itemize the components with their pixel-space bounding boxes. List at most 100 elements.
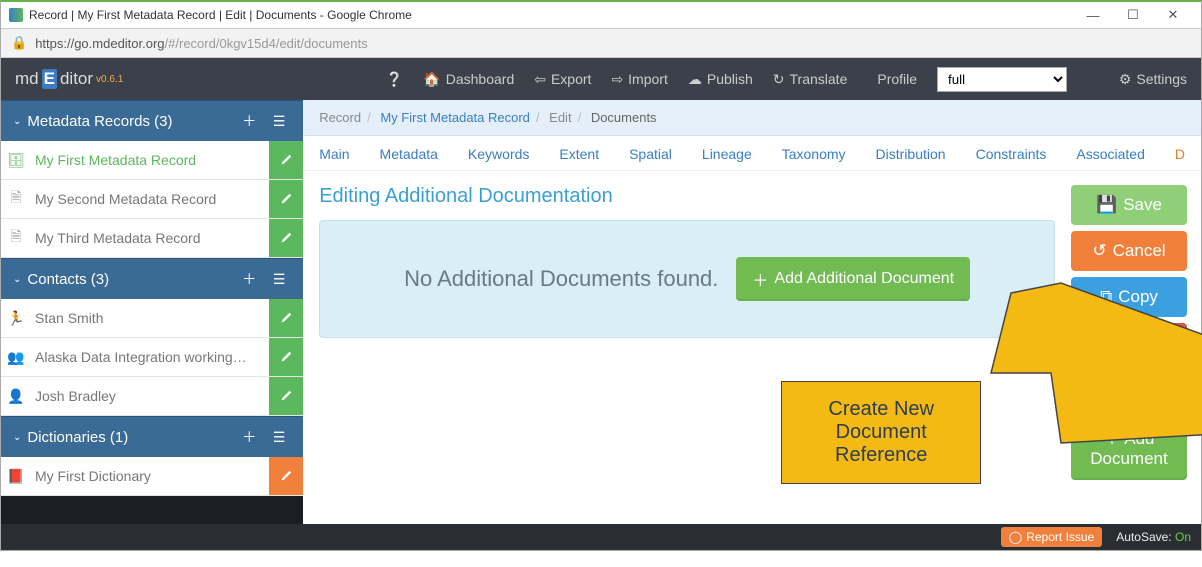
panel-title: Metadata Records (3) — [27, 113, 231, 130]
book-icon: 📕 — [1, 457, 31, 495]
list-view-button[interactable]: ☰ — [267, 429, 291, 446]
button-label: Delete — [1115, 333, 1164, 353]
person-icon: 🏃 — [1, 299, 31, 337]
autosave-status: AutoSave: On — [1116, 530, 1191, 544]
tab-spatial[interactable]: Spatial — [629, 146, 672, 162]
brand-mid: E — [42, 69, 57, 89]
tab-distribution[interactable]: Distribution — [876, 146, 946, 162]
autosave-state: On — [1175, 530, 1191, 544]
autosave-label: AutoSave: — [1116, 530, 1171, 544]
callout-line: Create New — [808, 398, 954, 421]
status-bar: ◯Report Issue AutoSave: On — [1, 524, 1201, 550]
add-record-button[interactable]: ＋ — [237, 111, 261, 131]
tab-extent[interactable]: Extent — [559, 146, 599, 162]
profile-select[interactable]: full — [937, 67, 1067, 92]
close-button[interactable]: ✕ — [1153, 7, 1193, 23]
brand: mdEditor v0.6.1 — [15, 69, 123, 89]
brand-post: ditor — [60, 69, 93, 89]
title-bar: Record | My First Metadata Record | Edit… — [1, 2, 1201, 29]
crumb[interactable]: Record — [319, 110, 361, 125]
copy-button[interactable]: ⧉ Copy — [1071, 277, 1187, 317]
url-host: https://go.mdeditor.org — [35, 36, 164, 51]
url-bar: 🔒 https://go.mdeditor.org/#/record/0kgv1… — [1, 29, 1201, 58]
button-label: Add Document — [1090, 429, 1167, 468]
tab-cut[interactable]: D — [1175, 146, 1185, 162]
minimize-button[interactable]: — — [1073, 8, 1113, 23]
contacts-panel-header[interactable]: ⌄ Contacts (3) ＋ ☰ — [1, 258, 303, 299]
section-tabs: Main Metadata Keywords Extent Spatial Li… — [303, 136, 1201, 171]
contact-row[interactable]: 🏃 Stan Smith — [1, 299, 303, 338]
document-icon: 🗎 — [1, 180, 31, 218]
record-row[interactable]: 🗎 My Second Metadata Record — [1, 180, 303, 219]
button-label: Copy — [1118, 287, 1158, 307]
add-document-button[interactable]: ＋ Add Document — [1071, 419, 1187, 480]
delete-button[interactable]: ✖Delete — [1071, 323, 1187, 363]
record-row[interactable]: 🗎 My Third Metadata Record — [1, 219, 303, 258]
contact-row[interactable]: 👥 Alaska Data Integration working… — [1, 338, 303, 377]
records-panel-header[interactable]: ⌄ Metadata Records (3) ＋ ☰ — [1, 100, 303, 141]
brand-version: v0.6.1 — [96, 74, 123, 85]
empty-message: No Additional Documents found. — [404, 266, 718, 292]
tab-main[interactable]: Main — [319, 146, 349, 162]
tab-constraints[interactable]: Constraints — [976, 146, 1047, 162]
button-label: Save — [1123, 195, 1162, 215]
chevron-down-icon: ⌄ — [13, 432, 21, 443]
button-label: Cancel — [1113, 241, 1166, 261]
tab-taxonomy[interactable]: Taxonomy — [782, 146, 846, 162]
maximize-button[interactable]: ☐ — [1113, 7, 1153, 23]
list-view-button[interactable]: ☰ — [267, 113, 291, 130]
chevron-down-icon: ⌄ — [13, 274, 21, 285]
nav-label: Translate — [790, 71, 848, 87]
nav-export[interactable]: ⇦Export — [534, 71, 591, 88]
nav-import[interactable]: ⇨Import — [611, 71, 667, 88]
dictionaries-panel-header[interactable]: ⌄ Dictionaries (1) ＋ ☰ — [1, 416, 303, 457]
record-name: My Third Metadata Record — [31, 219, 269, 257]
cancel-button[interactable]: ↺Cancel — [1071, 231, 1187, 271]
crumb-link[interactable]: My First Metadata Record — [380, 110, 530, 125]
nav-settings[interactable]: ⚙Settings — [1119, 71, 1187, 88]
list-view-button[interactable]: ☰ — [267, 271, 291, 288]
edit-contact-button[interactable] — [269, 377, 303, 415]
tab-keywords[interactable]: Keywords — [468, 146, 529, 162]
nav-translate[interactable]: ↻Translate — [773, 71, 848, 88]
save-button[interactable]: 💾Save — [1071, 185, 1187, 225]
dashboard-icon: 🏠 — [423, 71, 440, 88]
copy-icon: ⧉ — [1100, 287, 1112, 307]
annotation-callout: Create New Document Reference — [781, 381, 981, 484]
group-icon: 👥 — [1, 338, 31, 376]
edit-contact-button[interactable] — [269, 338, 303, 376]
help-icon[interactable]: ❔ — [143, 71, 403, 88]
nav-dashboard[interactable]: 🏠Dashboard — [423, 71, 514, 88]
record-name: My First Metadata Record — [31, 141, 269, 179]
document-icon: 🗎 — [1, 219, 31, 257]
plus-icon: ＋ — [1103, 429, 1120, 448]
edit-record-button[interactable] — [269, 219, 303, 257]
tab-metadata[interactable]: Metadata — [380, 146, 438, 162]
contact-row[interactable]: 👤 Josh Bradley — [1, 377, 303, 416]
edit-record-button[interactable] — [269, 141, 303, 179]
nav-publish[interactable]: ☁Publish — [688, 71, 753, 88]
tab-associated[interactable]: Associated — [1076, 146, 1144, 162]
tab-lineage[interactable]: Lineage — [702, 146, 752, 162]
add-contact-button[interactable]: ＋ — [237, 269, 261, 289]
report-issue-button[interactable]: ◯Report Issue — [1001, 527, 1102, 547]
action-column: 💾Save ↺Cancel ⧉ Copy ✖Delete ＋ Add Docume… — [1071, 171, 1201, 524]
nav-label: Publish — [707, 71, 753, 87]
add-dictionary-button[interactable]: ＋ — [237, 427, 261, 447]
edit-contact-button[interactable] — [269, 299, 303, 337]
button-label: Add Additional Document — [774, 270, 954, 288]
export-icon: ⇦ — [534, 71, 546, 88]
contact-name: Josh Bradley — [31, 377, 269, 415]
dictionary-row[interactable]: 📕 My First Dictionary — [1, 457, 303, 496]
edit-record-button[interactable] — [269, 180, 303, 218]
record-row[interactable]: 🗄 My First Metadata Record — [1, 141, 303, 180]
database-icon: 🗄 — [1, 141, 31, 179]
add-additional-document-button[interactable]: ＋ Add Additional Document — [736, 257, 970, 301]
nav-label: Settings — [1136, 71, 1187, 87]
empty-state: No Additional Documents found. ＋ Add Add… — [319, 220, 1055, 338]
chevron-down-icon: ⌄ — [13, 116, 21, 127]
edit-dictionary-button[interactable] — [269, 457, 303, 495]
top-nav: mdEditor v0.6.1 ❔ 🏠Dashboard ⇦Export ⇨Im… — [1, 58, 1201, 100]
panel-title: Contacts (3) — [27, 271, 231, 288]
callout-line: Document — [808, 421, 954, 444]
